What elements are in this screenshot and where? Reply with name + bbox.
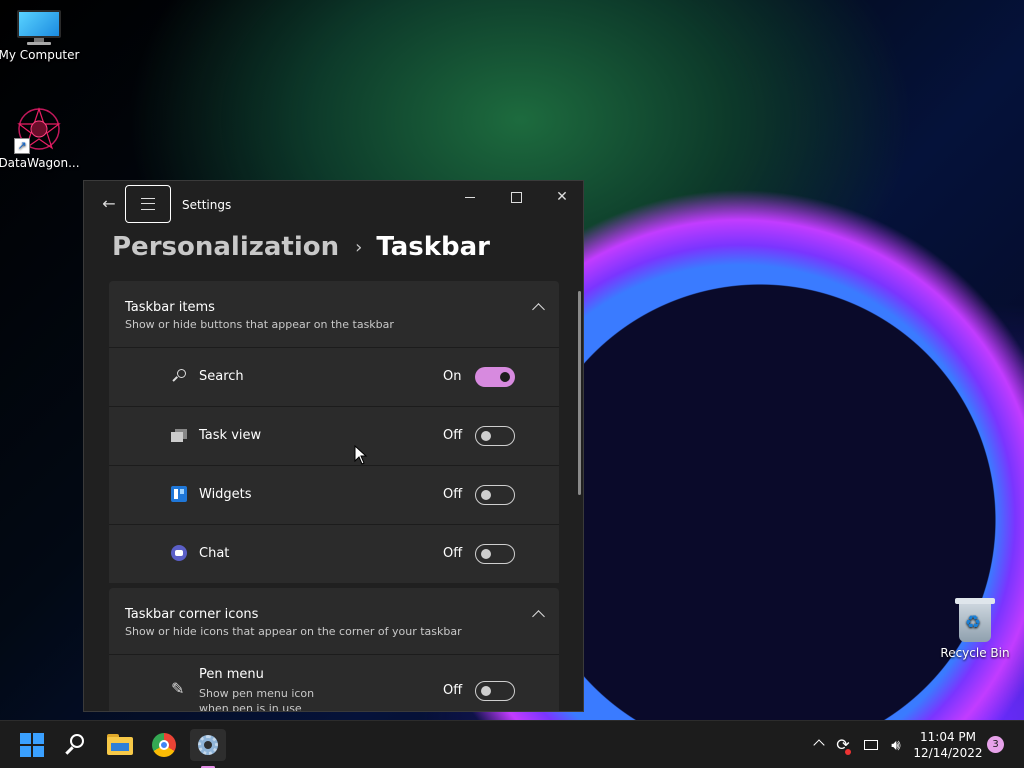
setting-row-chat: Chat Off	[109, 524, 559, 583]
setting-description: Show pen menu icon when pen is in use	[199, 687, 315, 712]
file-explorer-button[interactable]	[104, 729, 136, 761]
error-badge	[845, 749, 851, 755]
taskbar-corner-icons-header[interactable]: Taskbar corner icons Show or hide icons …	[109, 588, 559, 654]
toggle-state-label: Off	[443, 683, 463, 698]
settings-content: Taskbar items Show or hide buttons that …	[109, 281, 559, 712]
toggle-state-label: Off	[443, 546, 463, 561]
shortcut-arrow-icon: ↗	[14, 138, 30, 154]
clock-date: 12/14/2022	[913, 746, 983, 760]
setting-row-widgets: Widgets Off	[109, 465, 559, 524]
setting-row-task-view: Task view Off	[109, 406, 559, 465]
setting-label: Widgets	[199, 487, 252, 502]
clock[interactable]: 11:04 PM 12/14/2022	[912, 729, 984, 761]
setting-label: Pen menu	[199, 667, 264, 682]
toggle-state-label: On	[443, 369, 462, 384]
minimize-icon	[465, 196, 475, 198]
toggle-state-label: Off	[443, 428, 463, 443]
mouse-cursor-icon	[354, 445, 368, 465]
widgets-icon	[171, 486, 187, 502]
setting-label: Search	[199, 369, 244, 384]
title-bar[interactable]: ← Settings ✕	[84, 181, 583, 229]
task-view-icon	[171, 427, 187, 443]
minimize-button[interactable]	[447, 185, 493, 209]
chat-icon	[171, 545, 187, 561]
close-icon: ✕	[556, 189, 568, 205]
chat-toggle[interactable]	[475, 544, 515, 564]
recycle-bin-icon: ♻	[955, 598, 995, 642]
search-toggle[interactable]	[475, 367, 515, 387]
back-arrow-icon[interactable]: ←	[98, 193, 120, 215]
chevron-up-icon[interactable]	[532, 303, 545, 316]
desktop-icon-label: Recycle Bin	[940, 646, 1010, 660]
close-button[interactable]: ✕	[539, 185, 583, 209]
network-icon	[864, 740, 878, 750]
desktop-icon-my-computer[interactable]: My Computer	[0, 10, 81, 62]
hamburger-icon	[141, 198, 155, 210]
desktop-icon-recycle-bin[interactable]: ♻ Recycle Bin	[933, 598, 1017, 660]
taskbar: ⟳ 🔊︎ 11:04 PM 12/14/2022 3	[0, 720, 1024, 768]
group-title: Taskbar corner icons	[125, 607, 259, 622]
pen-icon: ✎	[171, 679, 185, 698]
breadcrumb-chevron-icon: ›	[355, 236, 363, 258]
windows-logo-icon	[20, 733, 31, 744]
toggle-state-label: Off	[443, 487, 463, 502]
volume-button[interactable]: 🔊︎	[885, 721, 907, 768]
search-icon	[171, 368, 187, 384]
chevron-up-icon[interactable]	[532, 610, 545, 623]
monitor-icon	[17, 10, 61, 45]
pen-menu-toggle[interactable]	[475, 681, 515, 701]
setting-label: Task view	[199, 428, 262, 443]
settings-taskbar-button[interactable]	[190, 729, 226, 768]
chevron-up-icon	[813, 739, 825, 751]
maximize-button[interactable]	[493, 185, 539, 209]
group-subtitle: Show or hide icons that appear on the co…	[125, 625, 462, 638]
desktop-icon-label: My Computer	[0, 48, 80, 62]
taskbar-items-header[interactable]: Taskbar items Show or hide buttons that …	[109, 281, 559, 347]
page-title: Taskbar	[376, 232, 491, 262]
group-title: Taskbar items	[125, 300, 215, 315]
desktop-icon-label: DataWagon...	[0, 156, 80, 170]
start-button[interactable]	[16, 729, 48, 761]
group-subtitle: Show or hide buttons that appear on the …	[125, 318, 394, 331]
notification-badge[interactable]: 3	[987, 736, 1004, 753]
scrollbar-thumb[interactable]	[578, 291, 581, 495]
breadcrumb-parent-link[interactable]: Personalization	[112, 232, 339, 262]
window-title: Settings	[182, 198, 232, 212]
desktop-icon-datawagon[interactable]: ↗ DataWagon...	[0, 106, 81, 170]
chrome-button[interactable]	[148, 729, 180, 761]
speaker-icon: 🔊︎	[891, 736, 901, 754]
setting-row-pen-menu: ✎ Pen menu Show pen menu icon when pen i…	[109, 654, 559, 712]
show-hidden-icons-button[interactable]	[810, 721, 828, 768]
navigation-menu-button[interactable]	[125, 185, 171, 223]
taskbar-search-button[interactable]	[60, 729, 92, 761]
maximize-icon	[510, 191, 522, 203]
setting-row-search: Search On	[109, 347, 559, 406]
settings-window: ← Settings ✕ Personalization › Taskbar T…	[83, 180, 584, 712]
widgets-toggle[interactable]	[475, 485, 515, 505]
task-view-toggle[interactable]	[475, 426, 515, 446]
sync-status-button[interactable]: ⟳	[833, 721, 853, 768]
breadcrumb: Personalization › Taskbar	[112, 229, 490, 265]
clock-time: 11:04 PM	[920, 730, 976, 744]
datawagon-logo-icon: ↗	[14, 106, 62, 154]
network-button[interactable]	[860, 721, 882, 768]
setting-label: Chat	[199, 546, 230, 561]
